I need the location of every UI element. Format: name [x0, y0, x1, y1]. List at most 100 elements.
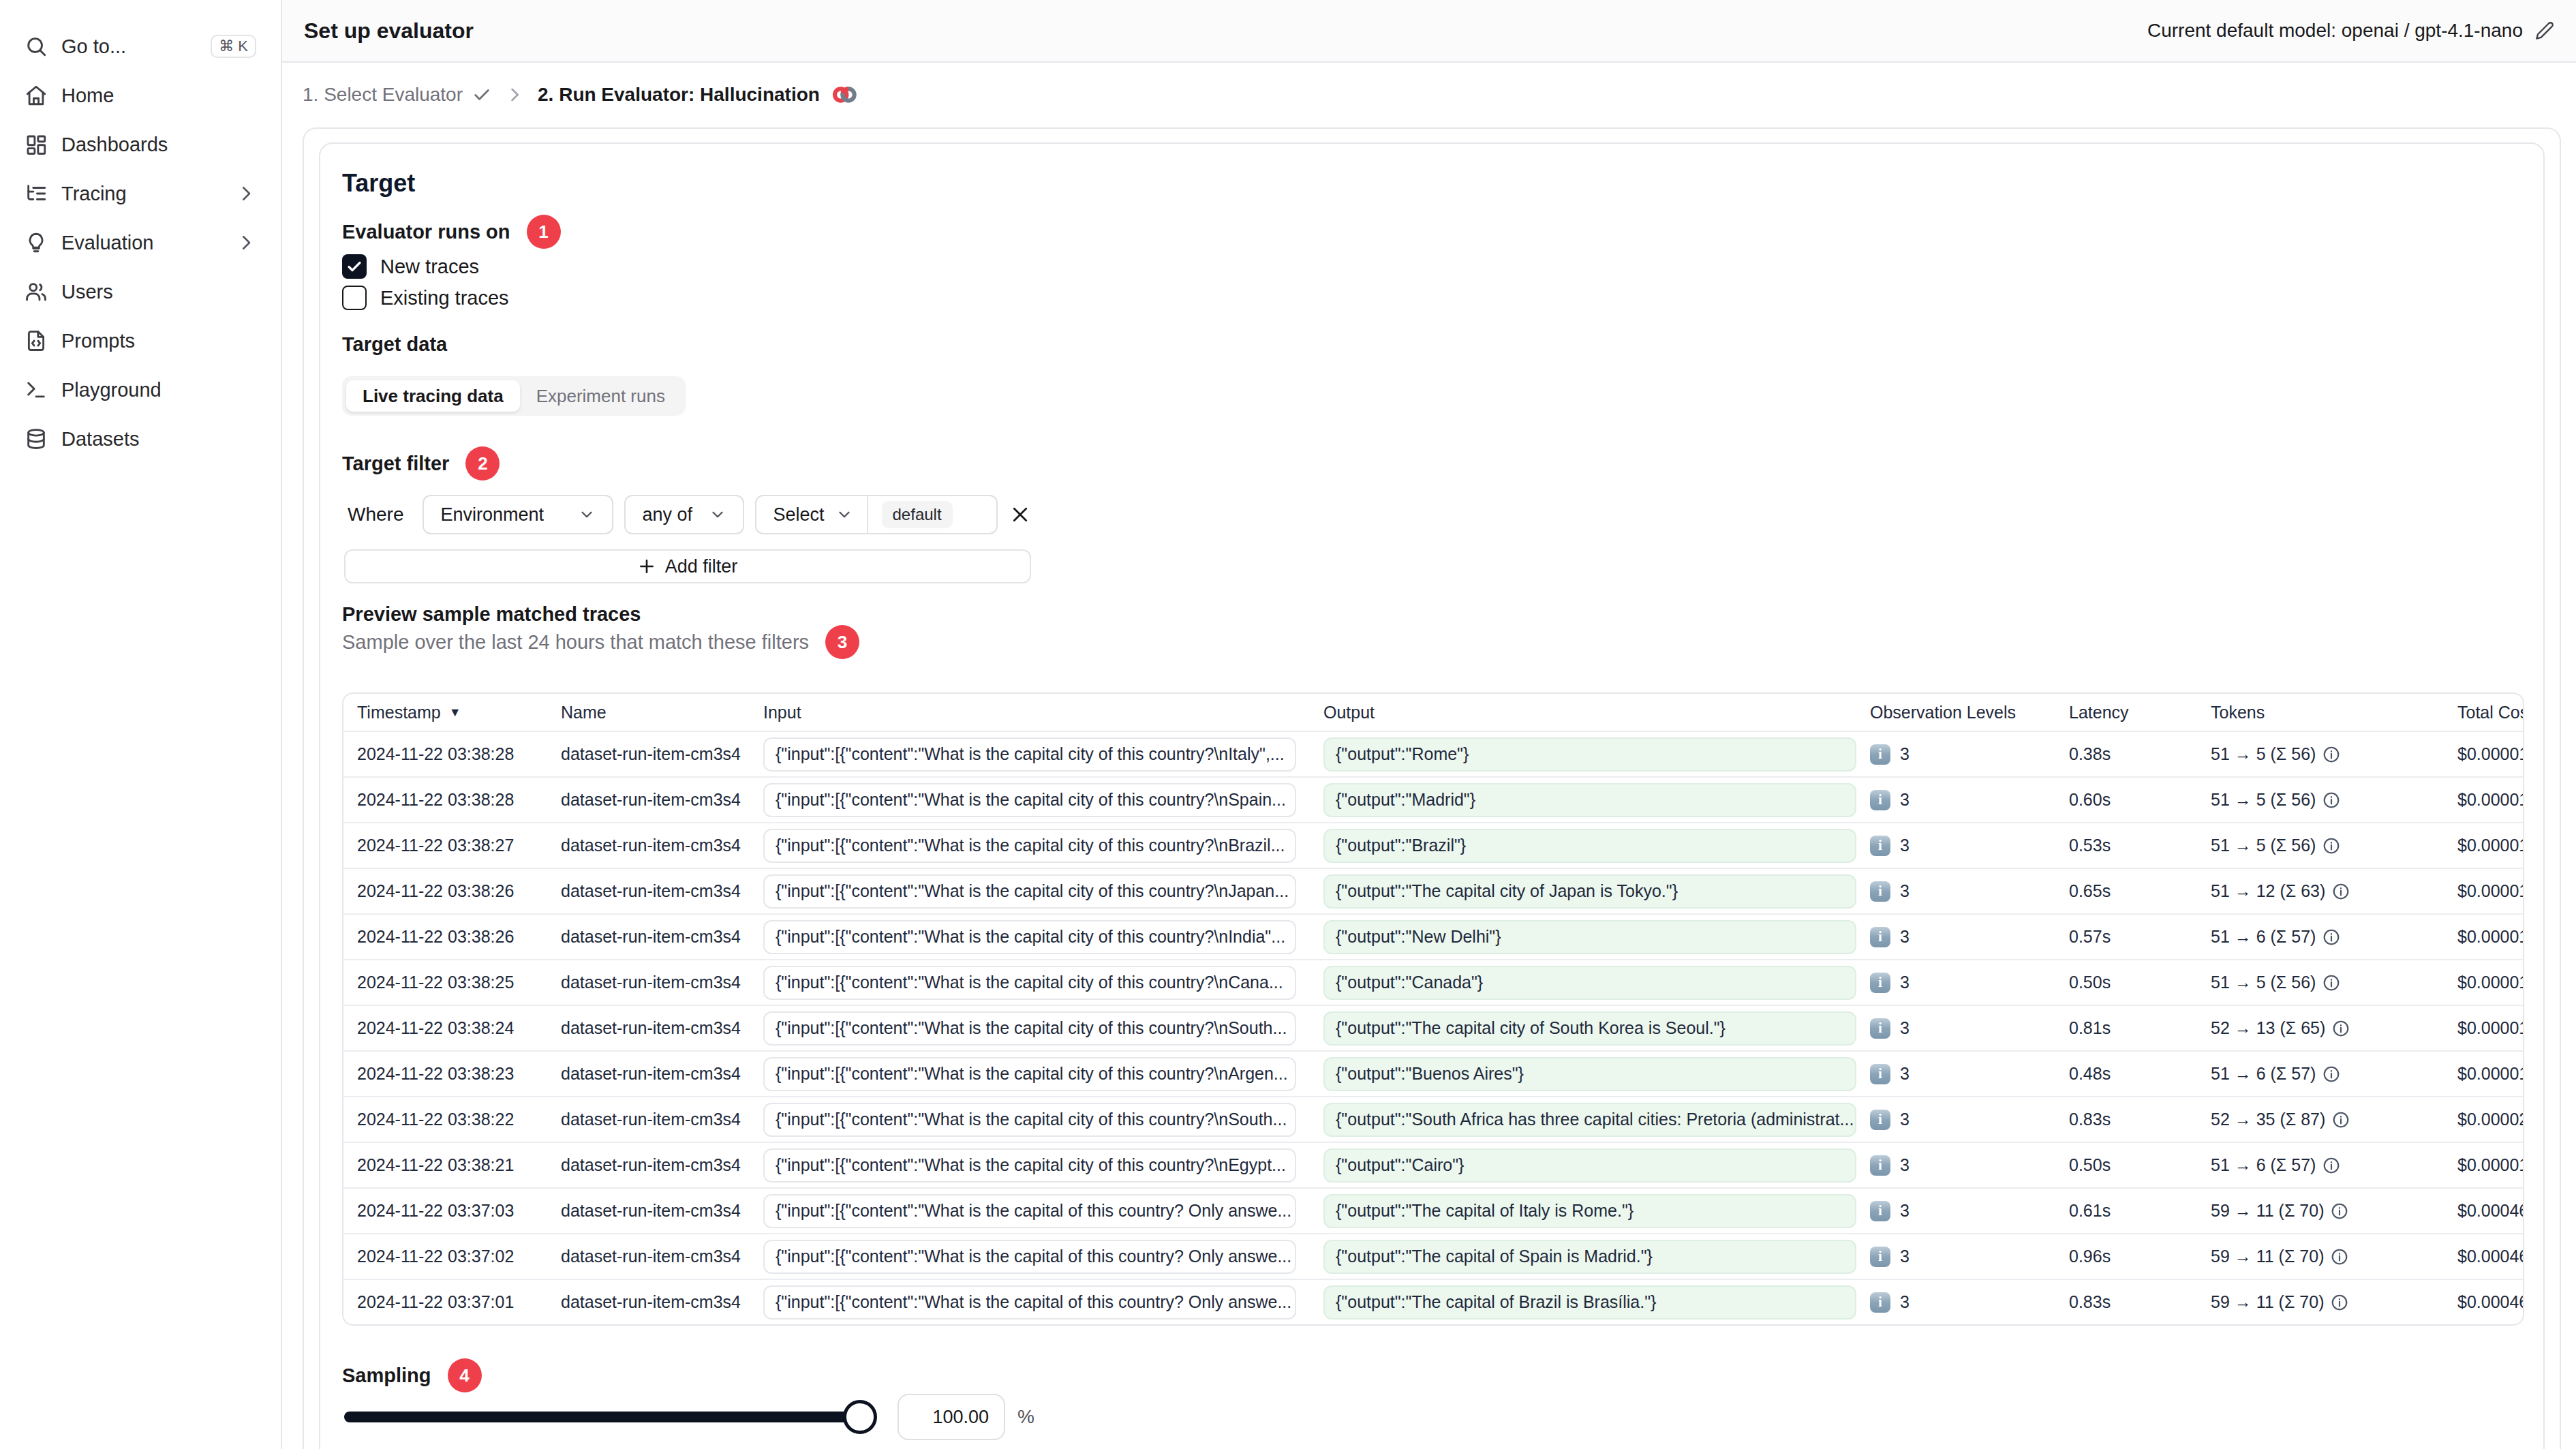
- breadcrumb-step-2-label: 2. Run Evaluator: Hallucination: [538, 84, 820, 106]
- sidebar-item-label: Dashboards: [61, 134, 168, 156]
- column-header-observation-levels[interactable]: Observation Levels: [1856, 703, 2055, 722]
- table-row[interactable]: 2024-11-22 03:37:02dataset-run-item-cm3s…: [343, 1233, 2523, 1279]
- cell-total-cost: $0.00046 (: [2444, 1201, 2523, 1221]
- output-box: {"output":"Rome"}: [1323, 737, 1856, 772]
- existing-traces-checkbox[interactable]: [342, 286, 367, 310]
- column-header-total-cost[interactable]: Total Cost: [2444, 703, 2523, 722]
- cell-total-cost: $0.00046 (: [2444, 1292, 2523, 1312]
- sampling-section: Sampling 4: [342, 1358, 482, 1392]
- sidebar-item-playground[interactable]: Playground: [14, 368, 267, 412]
- table-row[interactable]: 2024-11-22 03:37:03dataset-run-item-cm3s…: [343, 1187, 2523, 1233]
- info-square-icon: i: [1870, 790, 1890, 810]
- table-row[interactable]: 2024-11-22 03:38:23dataset-run-item-cm3s…: [343, 1050, 2523, 1096]
- remove-filter-icon[interactable]: [1010, 504, 1030, 525]
- sidebar-item-prompts[interactable]: Prompts: [14, 319, 267, 363]
- cell-input: {"input":[{"content":"What is the capita…: [750, 1240, 1310, 1274]
- column-header-name[interactable]: Name: [547, 703, 750, 722]
- sidebar-item-tracing[interactable]: Tracing: [14, 172, 267, 215]
- sidebar-item-dashboards[interactable]: Dashboards: [14, 123, 267, 166]
- search-icon: [25, 35, 48, 58]
- tab-experiment-runs[interactable]: Experiment runs: [520, 380, 681, 412]
- cell-observation-levels: i3: [1856, 1201, 2055, 1221]
- table-row[interactable]: 2024-11-22 03:38:27dataset-run-item-cm3s…: [343, 822, 2523, 868]
- page-title: Set up evaluator: [304, 18, 474, 44]
- cell-input: {"input":[{"content":"What is the capita…: [750, 920, 1310, 954]
- cell-tokens: 51 → 5 (Σ 56): [2197, 744, 2444, 764]
- step-badge-4: 4: [448, 1358, 482, 1392]
- add-filter-button[interactable]: Add filter: [344, 549, 1031, 583]
- sampling-percent-input[interactable]: 100.00: [898, 1394, 1005, 1440]
- cell-tokens: 52 → 35 (Σ 87): [2197, 1110, 2444, 1129]
- cell-name: dataset-run-item-cm3s4: [547, 790, 750, 810]
- new-traces-checkbox[interactable]: [342, 254, 367, 279]
- datasets-icon: [25, 427, 48, 451]
- sidebar-item-users[interactable]: Users: [14, 270, 267, 314]
- table-row[interactable]: 2024-11-22 03:38:25dataset-run-item-cm3s…: [343, 959, 2523, 1005]
- target-filter-label: Target filter: [342, 452, 449, 475]
- breadcrumb-step-2[interactable]: 2. Run Evaluator: Hallucination: [538, 84, 858, 106]
- sidebar-item-datasets[interactable]: Datasets: [14, 417, 267, 461]
- sidebar-item-label: Prompts: [61, 330, 135, 352]
- column-header-timestamp[interactable]: Timestamp▼: [343, 703, 547, 722]
- sampling-slider[interactable]: [344, 1412, 859, 1422]
- chevron-right-icon[interactable]: [236, 232, 256, 253]
- info-square-icon: i: [1870, 836, 1890, 856]
- chevron-right-icon[interactable]: [236, 183, 256, 204]
- info-square-icon: i: [1870, 744, 1890, 765]
- input-box: {"input":[{"content":"What is the capita…: [763, 1194, 1296, 1228]
- info-circle-icon: [2322, 746, 2340, 763]
- default-model-text: Current default model: openai / gpt-4.1-…: [2147, 20, 2523, 42]
- pencil-icon[interactable]: [2535, 21, 2554, 40]
- cell-observation-levels: i3: [1856, 973, 2055, 993]
- table-body: 2024-11-22 03:38:28dataset-run-item-cm3s…: [343, 731, 2523, 1324]
- filter-value-select[interactable]: Select default: [755, 495, 998, 534]
- cell-latency: 0.83s: [2055, 1110, 2197, 1129]
- sidebar-item-go-to[interactable]: Go to...⌘ K: [14, 25, 267, 68]
- topbar: Set up evaluator Current default model: …: [282, 0, 2576, 63]
- cell-total-cost: $0.000029: [2444, 1110, 2523, 1129]
- tab-live-tracing-data[interactable]: Live tracing data: [346, 380, 520, 412]
- existing-traces-option[interactable]: Existing traces: [342, 286, 509, 310]
- table-row[interactable]: 2024-11-22 03:38:22dataset-run-item-cm3s…: [343, 1096, 2523, 1142]
- cell-observation-levels: i3: [1856, 927, 2055, 947]
- cell-input: {"input":[{"content":"What is the capita…: [750, 1285, 1310, 1320]
- table-row[interactable]: 2024-11-22 03:37:01dataset-run-item-cm3s…: [343, 1279, 2523, 1324]
- table-row[interactable]: 2024-11-22 03:38:26dataset-run-item-cm3s…: [343, 913, 2523, 959]
- cell-observation-levels: i3: [1856, 881, 2055, 902]
- table-row[interactable]: 2024-11-22 03:38:24dataset-run-item-cm3s…: [343, 1005, 2523, 1050]
- cell-output: {"output":"Rome"}: [1310, 737, 1856, 772]
- info-circle-icon: [2331, 1294, 2348, 1311]
- column-header-tokens[interactable]: Tokens: [2197, 703, 2444, 722]
- cell-latency: 0.48s: [2055, 1064, 2197, 1084]
- output-box: {"output":"The capital of Brazil is Bras…: [1323, 1285, 1856, 1320]
- cell-observation-levels: i3: [1856, 1292, 2055, 1313]
- slider-thumb[interactable]: [843, 1400, 877, 1434]
- filter-column-select[interactable]: Environment: [423, 495, 613, 534]
- table-row[interactable]: 2024-11-22 03:38:28dataset-run-item-cm3s…: [343, 776, 2523, 822]
- sidebar-item-evaluation[interactable]: Evaluation: [14, 221, 267, 264]
- step-badge-2: 2: [465, 446, 500, 481]
- cell-tokens: 51 → 6 (Σ 57): [2197, 927, 2444, 947]
- output-box: {"output":"The capital city of South Kor…: [1323, 1011, 1856, 1046]
- new-traces-option[interactable]: New traces: [342, 254, 479, 279]
- sidebar-item-label: Tracing: [61, 183, 127, 205]
- cell-output: {"output":"Madrid"}: [1310, 783, 1856, 817]
- table-row[interactable]: 2024-11-22 03:38:26dataset-run-item-cm3s…: [343, 868, 2523, 913]
- cell-name: dataset-run-item-cm3s4: [547, 1247, 750, 1266]
- keyboard-shortcut: ⌘ K: [211, 35, 256, 58]
- chevron-down-icon: [709, 506, 726, 523]
- sidebar-item-home[interactable]: Home: [14, 74, 267, 117]
- info-circle-icon: [2322, 928, 2340, 946]
- filter-operator-select[interactable]: any of: [624, 495, 744, 534]
- column-header-latency[interactable]: Latency: [2055, 703, 2197, 722]
- table-row[interactable]: 2024-11-22 03:38:21dataset-run-item-cm3s…: [343, 1142, 2523, 1187]
- runs-on-section: Evaluator runs on 1: [342, 215, 561, 249]
- cell-observation-levels: i3: [1856, 836, 2055, 856]
- table-row[interactable]: 2024-11-22 03:38:28dataset-run-item-cm3s…: [343, 731, 2523, 776]
- sidebar-item-label: Users: [61, 281, 113, 303]
- column-header-input[interactable]: Input: [750, 703, 1310, 722]
- cell-tokens: 59 → 11 (Σ 70): [2197, 1201, 2444, 1221]
- column-header-output[interactable]: Output: [1310, 703, 1856, 722]
- breadcrumb-step-1[interactable]: 1. Select Evaluator: [303, 84, 491, 106]
- filter-operator-value: any of: [642, 504, 692, 525]
